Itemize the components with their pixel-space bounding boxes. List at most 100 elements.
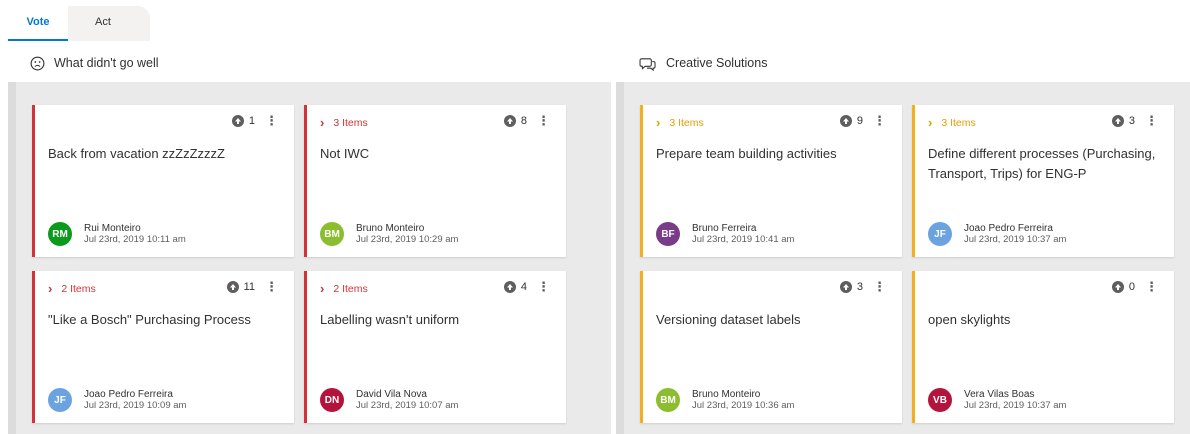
more-options-icon[interactable]: ⋮: [265, 114, 278, 127]
author-name: Bruno Monteiro: [356, 223, 425, 234]
chevron-right-icon: ›: [48, 281, 53, 296]
card-author: BM Bruno Monteiro Jul 23rd, 2019 10:29 a…: [320, 222, 458, 246]
created-date: Jul 23rd, 2019 10:37 am: [964, 234, 1067, 245]
upvote-icon[interactable]: [839, 281, 852, 293]
card-title: "Like a Bosch" Purchasing Process: [48, 312, 251, 327]
group-items-toggle[interactable]: › 2 Items: [320, 281, 368, 296]
feedback-card[interactable]: › 2 Items 4 ⋮ Labelling wasn't uniform D…: [304, 271, 566, 423]
feedback-card[interactable]: › 3 Items 9 ⋮ Prepare team building acti…: [640, 105, 902, 257]
card-color-bar: [32, 271, 35, 423]
upvote-icon[interactable]: [503, 281, 516, 293]
card-color-bar: [32, 105, 35, 257]
card-title: Prepare team building activities: [656, 146, 837, 161]
avatar: DN: [320, 388, 344, 412]
card-title: Not IWC: [320, 146, 370, 161]
chevron-right-icon: ›: [656, 115, 661, 130]
vote-count: 8: [520, 115, 527, 127]
created-date: Jul 23rd, 2019 10:07 am: [356, 400, 459, 411]
group-items-count: 2 Items: [333, 283, 368, 295]
feedback-card[interactable]: › 3 Items 3 ⋮ Define different processes…: [912, 105, 1174, 257]
upvote-icon[interactable]: [839, 115, 852, 127]
author-name: Vera Vilas Boas: [964, 389, 1035, 400]
card-color-bar: [304, 105, 307, 257]
tab-vote[interactable]: Vote: [8, 6, 68, 41]
chevron-right-icon: ›: [320, 115, 325, 130]
group-items-count: 3 Items: [669, 117, 704, 129]
column-stripe: [616, 82, 624, 434]
frown-face-icon: [30, 56, 45, 70]
column-stripe: [8, 82, 16, 434]
card-title: Versioning dataset labels: [656, 312, 801, 327]
created-date: Jul 23rd, 2019 10:37 am: [964, 400, 1067, 411]
created-date: Jul 23rd, 2019 10:29 am: [356, 234, 459, 245]
card-author: JF Joao Pedro Ferreira Jul 23rd, 2019 10…: [928, 222, 1066, 246]
tab-bar: Vote Act: [0, 0, 1190, 42]
card-title: Back from vacation zzZzZzzzZ: [48, 146, 225, 161]
vote-area: 0 ⋮: [1111, 280, 1158, 293]
vote-count: 0: [1128, 281, 1135, 293]
group-items-toggle[interactable]: › 3 Items: [320, 115, 368, 130]
tab-group: Vote Act: [8, 6, 150, 41]
feedback-card[interactable]: 3 ⋮ Versioning dataset labels BM Bruno M…: [640, 271, 902, 423]
vote-area: 11 ⋮: [226, 280, 278, 293]
vote-count: 1: [248, 115, 255, 127]
avatar: BF: [656, 222, 680, 246]
vote-area: 1 ⋮: [231, 114, 278, 127]
feedback-card[interactable]: › 2 Items 11 ⋮ "Like a Bosch" Purchasing…: [32, 271, 294, 423]
more-options-icon[interactable]: ⋮: [537, 114, 550, 127]
group-items-toggle[interactable]: › 2 Items: [48, 281, 96, 296]
vote-area: 3 ⋮: [1111, 114, 1158, 127]
card-title: open skylights: [928, 312, 1011, 327]
avatar: BM: [320, 222, 344, 246]
upvote-icon[interactable]: [226, 281, 239, 293]
card-author: BM Bruno Monteiro Jul 23rd, 2019 10:36 a…: [656, 388, 794, 412]
chevron-right-icon: ›: [320, 281, 325, 296]
feedback-card[interactable]: 0 ⋮ open skylights VB Vera Vilas Boas Ju…: [912, 271, 1174, 423]
author-name: Bruno Ferreira: [692, 223, 757, 234]
tab-act[interactable]: Act: [68, 6, 138, 41]
upvote-icon[interactable]: [503, 115, 516, 127]
upvote-icon[interactable]: [231, 115, 244, 127]
avatar: RM: [48, 222, 72, 246]
group-items-toggle[interactable]: › 3 Items: [928, 115, 976, 130]
avatar: JF: [928, 222, 952, 246]
vote-area: 3 ⋮: [839, 280, 886, 293]
upvote-icon[interactable]: [1111, 115, 1124, 127]
vote-count: 3: [856, 281, 863, 293]
vote-count: 11: [243, 281, 255, 293]
vote-area: 4 ⋮: [503, 280, 550, 293]
column-header-creative-solutions: Creative Solutions: [639, 54, 767, 72]
card-color-bar: [304, 271, 307, 423]
column-title: What didn't go well: [54, 56, 159, 70]
card-author: DN David Vila Nova Jul 23rd, 2019 10:07 …: [320, 388, 458, 412]
created-date: Jul 23rd, 2019 10:11 am: [84, 234, 186, 245]
group-items-count: 2 Items: [61, 283, 96, 295]
more-options-icon[interactable]: ⋮: [1145, 280, 1158, 293]
column-title: Creative Solutions: [666, 56, 768, 70]
vote-count: 9: [856, 115, 863, 127]
chevron-right-icon: ›: [928, 115, 933, 130]
author-name: Joao Pedro Ferreira: [84, 389, 173, 400]
more-options-icon[interactable]: ⋮: [873, 114, 886, 127]
created-date: Jul 23rd, 2019 10:36 am: [692, 400, 795, 411]
card-author: BF Bruno Ferreira Jul 23rd, 2019 10:41 a…: [656, 222, 794, 246]
more-options-icon[interactable]: ⋮: [265, 280, 278, 293]
upvote-icon[interactable]: [1111, 281, 1124, 293]
more-options-icon[interactable]: ⋮: [537, 280, 550, 293]
feedback-card[interactable]: 1 ⋮ Back from vacation zzZzZzzzZ RM Rui …: [32, 105, 294, 257]
feedback-card[interactable]: › 3 Items 8 ⋮ Not IWC BM Bruno Monteiro …: [304, 105, 566, 257]
created-date: Jul 23rd, 2019 10:41 am: [692, 234, 795, 245]
more-options-icon[interactable]: ⋮: [1145, 114, 1158, 127]
card-color-bar: [640, 105, 643, 257]
vote-area: 8 ⋮: [503, 114, 550, 127]
more-options-icon[interactable]: ⋮: [873, 280, 886, 293]
card-author: RM Rui Monteiro Jul 23rd, 2019 10:11 am: [48, 222, 186, 246]
vote-area: 9 ⋮: [839, 114, 886, 127]
author-name: David Vila Nova: [356, 389, 427, 400]
card-title: Define different processes (Purchasing, …: [928, 146, 1156, 181]
created-date: Jul 23rd, 2019 10:09 am: [84, 400, 187, 411]
group-items-toggle[interactable]: › 3 Items: [656, 115, 704, 130]
chat-bubbles-icon: [639, 57, 656, 71]
author-name: Joao Pedro Ferreira: [964, 223, 1053, 234]
column-header-what-didnt-go-well: What didn't go well: [30, 54, 159, 72]
